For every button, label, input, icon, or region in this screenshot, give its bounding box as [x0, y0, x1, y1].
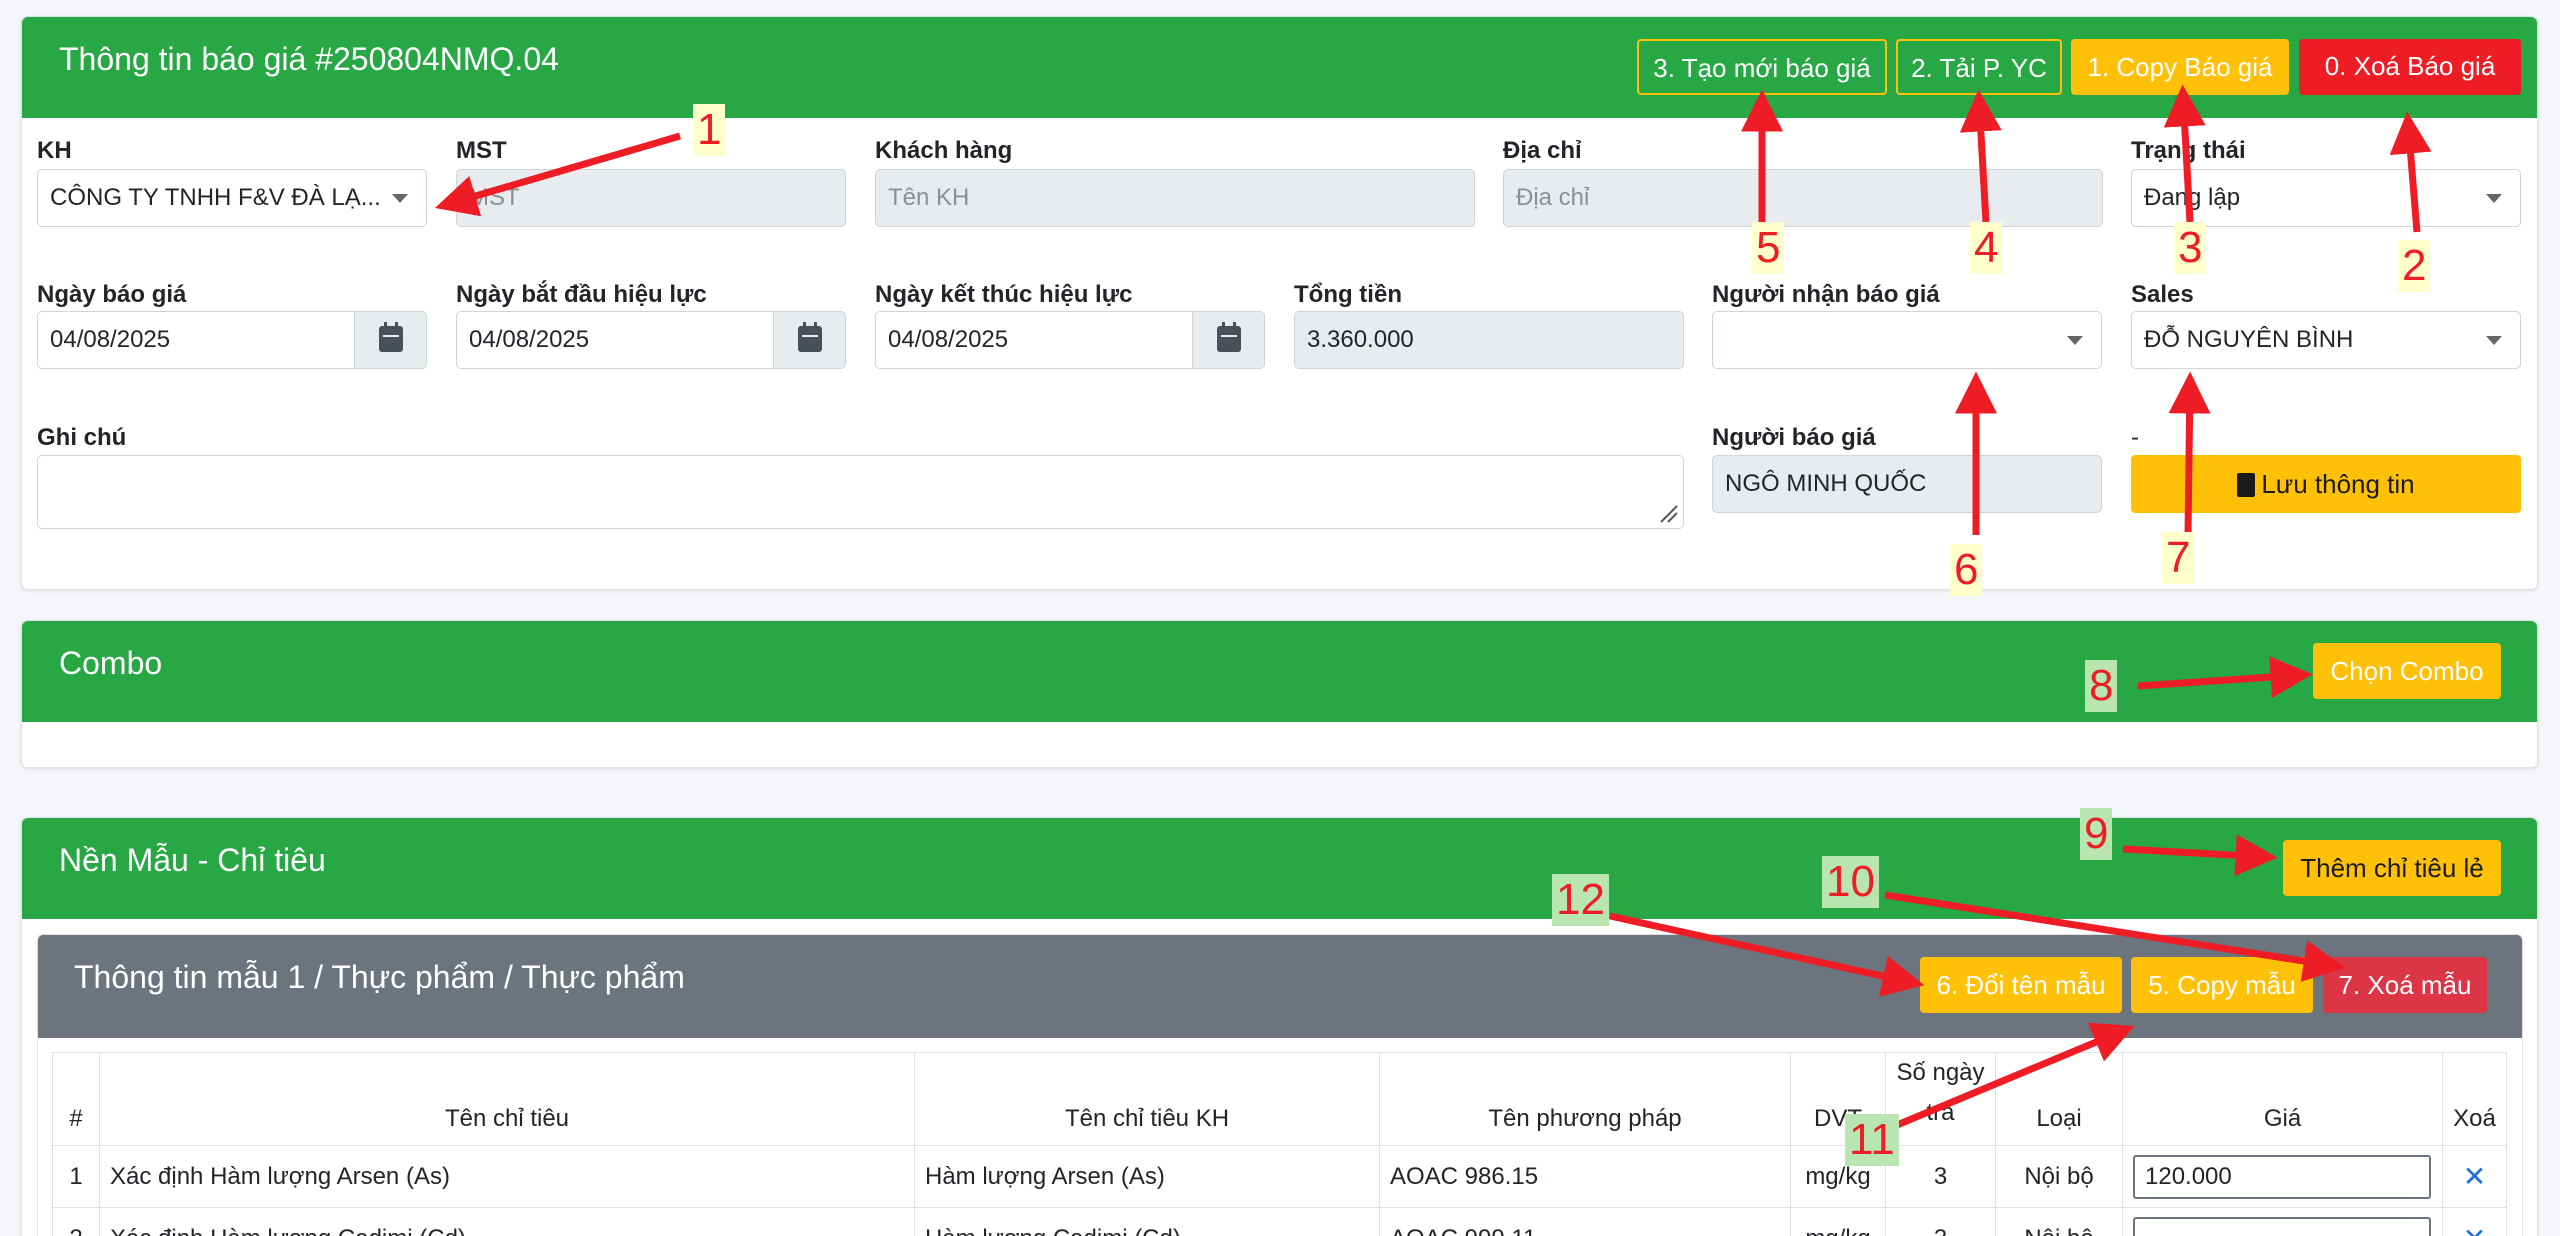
annotation-3: 3	[2174, 222, 2207, 274]
annotation-2: 2	[2398, 240, 2431, 292]
annotation-9: 9	[2080, 808, 2113, 860]
arrow-7	[2168, 371, 2211, 536]
annotation-arrows	[434, 84, 2432, 1129]
arrow-4	[1959, 89, 2002, 223]
annotation-12: 12	[1552, 874, 1609, 926]
arrow-1	[434, 132, 681, 217]
annotation-8: 8	[2085, 660, 2118, 712]
annotation-7: 7	[2162, 532, 2195, 584]
annotation-6: 6	[1950, 544, 1983, 596]
annotation-5: 5	[1752, 222, 1785, 274]
arrow-2	[2389, 111, 2432, 233]
annotation-1: 1	[693, 104, 726, 156]
arrow-8	[2137, 656, 2313, 699]
arrow-10	[1884, 891, 2346, 982]
arrow-3	[2163, 84, 2206, 223]
annotation-11: 11	[1845, 1114, 1899, 1166]
arrow-12	[1609, 912, 1925, 997]
annotation-10: 10	[1822, 856, 1879, 908]
annotation-4: 4	[1970, 222, 2003, 274]
arrow-9	[2122, 834, 2278, 877]
arrow-11	[1895, 1022, 2135, 1129]
page: Thông tin báo giá #250804NMQ.04 3. Tạo m…	[0, 0, 2560, 1236]
